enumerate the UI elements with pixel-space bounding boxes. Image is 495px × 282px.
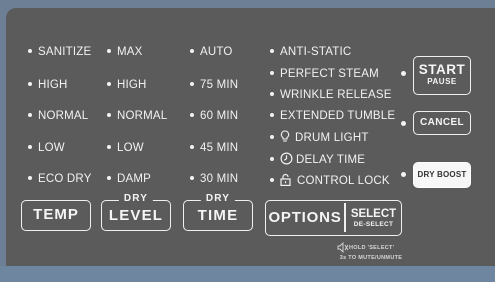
temp-option-high: HIGH (28, 79, 68, 91)
option-wrinkle-release: WRINKLE RELEASE (270, 89, 392, 101)
option-drum-light: DRUM LIGHT (270, 130, 369, 146)
start-indicator-dot (401, 71, 406, 76)
temp-option-low: LOW (28, 142, 65, 154)
indicator-dot (270, 70, 274, 75)
indicator-dot (270, 157, 274, 161)
speaker-mute-icon (337, 241, 349, 255)
indicator-dot (107, 81, 111, 86)
dry-level-button[interactable]: DRY LEVEL (101, 193, 171, 231)
indicator-dot (190, 48, 194, 53)
temp-option-sanitize: SANITIZE (28, 46, 91, 58)
indicator-dot (270, 48, 274, 53)
options-button[interactable]: OPTIONS (266, 201, 344, 234)
dry-time-option-45: 45 MIN (190, 142, 238, 154)
indicator-dot (190, 81, 194, 86)
mute-hint: HOLD 'SELECT' 3s TO MUTE/UNMUTE (331, 241, 411, 268)
clock-icon (280, 152, 293, 168)
indicator-dot (270, 91, 274, 96)
select-button[interactable]: SELECT DE-SELECT (346, 201, 401, 234)
dry-time-option-30: 30 MIN (190, 173, 238, 185)
option-anti-static: ANTI-STATIC (270, 46, 351, 58)
cancel-indicator-dot (401, 121, 406, 126)
dry-level-option-max: MAX (107, 46, 143, 58)
indicator-dot (190, 144, 194, 149)
indicator-dot (28, 112, 32, 117)
indicator-dot (270, 178, 274, 182)
dry-level-option-low: LOW (107, 142, 144, 154)
indicator-dot (107, 48, 111, 53)
options-select-group: OPTIONS SELECT DE-SELECT (265, 200, 402, 236)
indicator-dot (190, 175, 194, 180)
cancel-button[interactable]: CANCEL (413, 111, 471, 135)
dry-level-option-high: HIGH (107, 79, 147, 91)
indicator-dot (28, 81, 32, 86)
indicator-dot (107, 144, 111, 149)
dry-boost-indicator-dot (401, 172, 406, 177)
indicator-dot (270, 135, 274, 139)
temp-button[interactable]: TEMP (21, 200, 91, 231)
indicator-dot (28, 144, 32, 149)
option-control-lock: CONTROL LOCK (270, 173, 390, 189)
start-pause-button[interactable]: START PAUSE (413, 56, 471, 95)
indicator-dot (107, 112, 111, 117)
indicator-dot (28, 175, 32, 180)
option-delay-time: DELAY TIME (270, 152, 365, 168)
dryer-control-panel: SANITIZE HIGH NORMAL LOW ECO DRY TEMP MA… (6, 8, 495, 282)
indicator-dot (107, 175, 111, 180)
temp-option-normal: NORMAL (28, 110, 88, 122)
dry-time-option-60: 60 MIN (190, 110, 238, 122)
background-strip (0, 266, 495, 282)
dry-time-button[interactable]: DRY TIME (183, 193, 253, 231)
dry-time-option-auto: AUTO (190, 46, 233, 58)
option-perfect-steam: PERFECT STEAM (270, 68, 379, 80)
indicator-dot (28, 48, 32, 53)
indicator-dot (270, 112, 274, 117)
dry-time-option-75: 75 MIN (190, 79, 238, 91)
dry-level-option-damp: DAMP (107, 173, 151, 185)
dry-boost-button[interactable]: DRY BOOST (413, 162, 471, 188)
lock-icon (280, 173, 291, 189)
temp-option-eco-dry: ECO DRY (28, 173, 92, 185)
dry-level-option-normal: NORMAL (107, 110, 167, 122)
option-extended-tumble: EXTENDED TUMBLE (270, 110, 395, 122)
lightbulb-icon (280, 130, 290, 146)
indicator-dot (190, 112, 194, 117)
